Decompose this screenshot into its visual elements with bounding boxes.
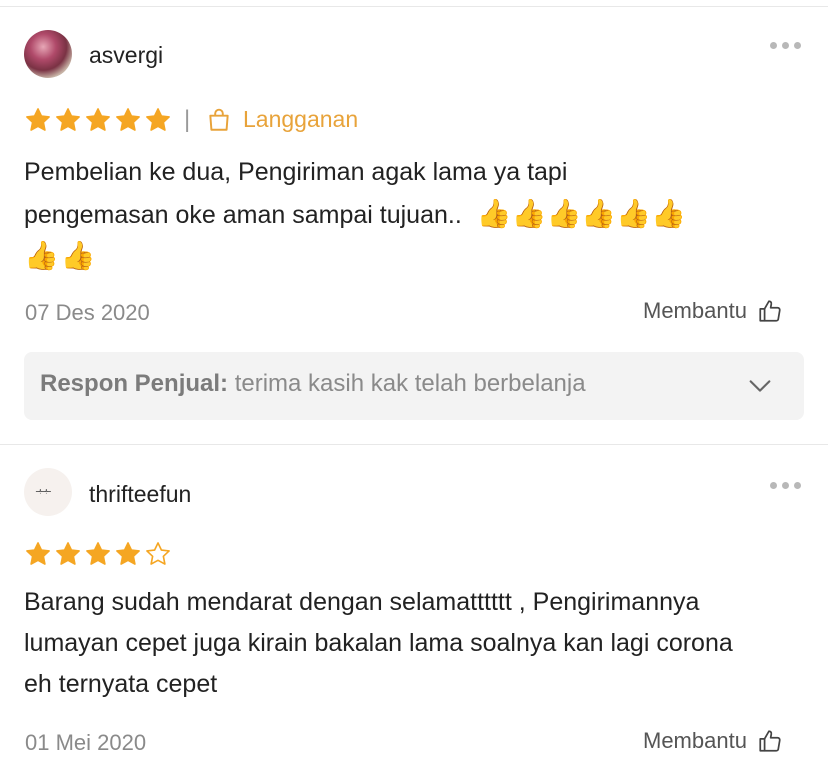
- review-text-line: Pembelian ke dua, Pengiriman agak lama y…: [24, 158, 568, 186]
- star-filled-icon: [116, 542, 140, 565]
- avatar-logo-text: ـبـبـ: [36, 484, 51, 495]
- star-filled-icon: [146, 108, 170, 131]
- star-rating: [24, 106, 172, 134]
- variant-label: Langganan: [243, 106, 359, 132]
- star-filled-icon: [86, 542, 110, 565]
- star-filled-icon: [56, 542, 80, 565]
- seller-response-text: Respon Penjual: terima kasih kak telah b…: [40, 370, 700, 398]
- star-filled-icon: [56, 108, 80, 131]
- helpful-label: Membantu: [643, 728, 747, 753]
- review-item: ـبـبـ thrifteefun Barang sudah mendarat …: [0, 444, 828, 766]
- shopping-bag-icon: [209, 108, 229, 131]
- dot: [794, 42, 801, 49]
- dot: [794, 482, 801, 489]
- dot: [782, 42, 789, 49]
- review-text-line: pengemasan oke aman sampai tujuan.. 👍👍👍👍…: [24, 193, 804, 236]
- avatar[interactable]: [24, 30, 72, 78]
- star-filled-icon: [26, 108, 50, 131]
- review-text: Barang sudah mendarat dengan selamattttt…: [24, 588, 733, 698]
- more-options-button[interactable]: [770, 482, 801, 489]
- helpful-button[interactable]: Membantu: [643, 728, 783, 754]
- dot: [782, 482, 789, 489]
- reviewer-name[interactable]: thrifteefun: [89, 481, 191, 508]
- seller-response-label: Respon Penjual:: [40, 370, 229, 397]
- star-filled-icon: [26, 542, 50, 565]
- chevron-down-icon[interactable]: [746, 372, 774, 400]
- thumbs-up-emojis: 👍👍👍👍👍👍: [476, 198, 686, 229]
- avatar[interactable]: ـبـبـ: [24, 468, 72, 516]
- review-date: 01 Mei 2020: [25, 730, 147, 755]
- thumbs-up-icon: [759, 300, 781, 322]
- more-options-button[interactable]: [770, 42, 801, 49]
- dot: [770, 482, 777, 489]
- star-empty-icon: [146, 542, 170, 565]
- seller-response-content: terima kasih kak telah berbelanja: [234, 370, 586, 397]
- reviewer-name[interactable]: asvergi: [89, 42, 163, 69]
- helpful-label: Membantu: [643, 298, 747, 323]
- star-rating: [24, 540, 172, 568]
- thumbs-up-emojis: 👍👍: [24, 240, 98, 271]
- helpful-button[interactable]: Membantu: [643, 298, 783, 324]
- thumbs-up-icon: [759, 730, 781, 752]
- star-filled-icon: [86, 108, 110, 131]
- review-text-content: pengemasan oke aman sampai tujuan..: [24, 201, 462, 229]
- review-date: 07 Des 2020: [25, 300, 150, 325]
- separator: |: [184, 106, 191, 133]
- seller-response[interactable]: Respon Penjual: terima kasih kak telah b…: [24, 352, 804, 420]
- dot: [770, 42, 777, 49]
- review-item: asvergi | Langganan Pembelian ke dua, Pe…: [0, 0, 828, 440]
- star-filled-icon: [116, 108, 140, 131]
